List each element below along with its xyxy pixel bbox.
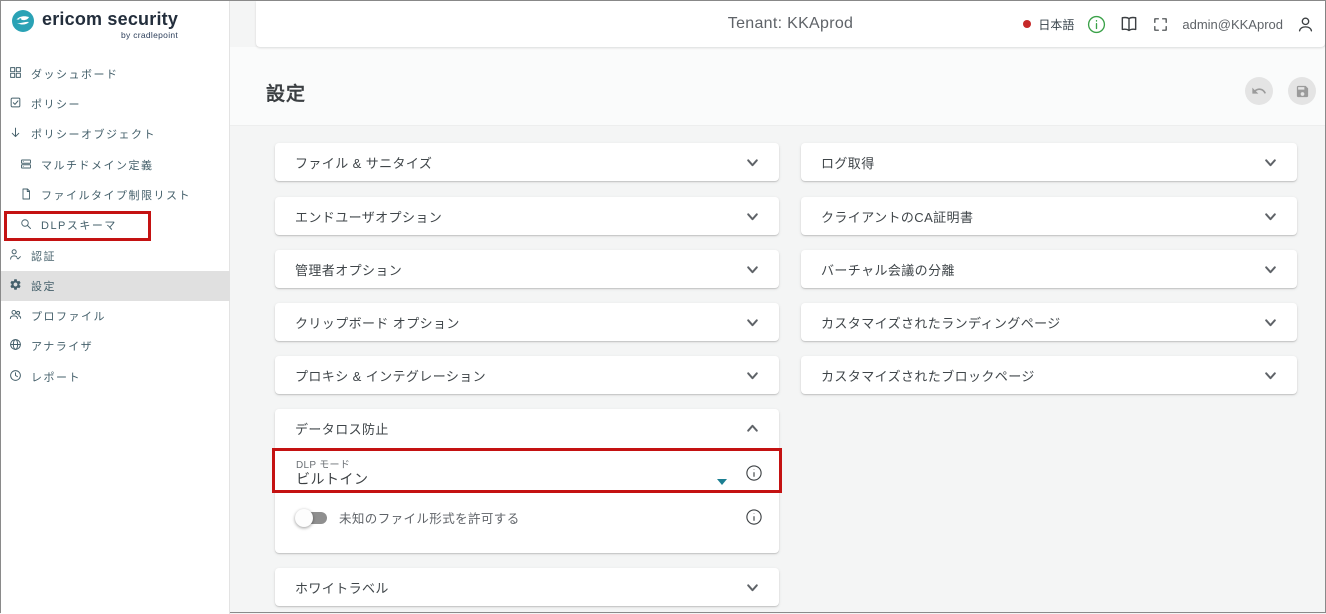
save-button[interactable] [1288, 77, 1316, 105]
sidebar-item-label: 認証 [31, 248, 56, 264]
dlp-mode-select[interactable]: ビルトイン [296, 469, 369, 489]
sidebar-item-multidomain[interactable]: マルチドメイン定義 [1, 150, 230, 180]
panel-white-label[interactable]: ホワイトラベル [275, 568, 779, 606]
language-flag-dot [1023, 20, 1031, 28]
user-email: admin@KKAprod [1182, 17, 1283, 32]
sidebar-item-analyzer[interactable]: アナライザ [1, 331, 230, 361]
allow-unknown-filetypes-label: 未知のファイル形式を許可する [339, 508, 520, 527]
page-header-strip [230, 47, 1325, 126]
file-icon [20, 188, 32, 203]
chevron-down-icon[interactable] [746, 581, 759, 594]
chevron-down-icon[interactable] [746, 156, 759, 169]
dlp-mode-info-icon[interactable] [745, 464, 763, 482]
panel-clipboard-options[interactable]: クリップボード オプション [275, 303, 779, 341]
sidebar-item-label: ダッシュボード [31, 66, 119, 82]
person-check-icon [9, 248, 22, 264]
chevron-down-icon[interactable] [746, 369, 759, 382]
sidebar-item-label: レポート [31, 369, 81, 385]
gear-icon [9, 278, 22, 294]
sidebar-item-filetype-list[interactable]: ファイルタイプ制限リスト [1, 180, 230, 210]
panel-label: ファイル & サニタイズ [295, 153, 432, 172]
sidebar-item-profiles[interactable]: プロファイル [1, 301, 230, 331]
sidebar-item-policy[interactable]: ポリシー [1, 89, 230, 119]
sidebar-item-label: マルチドメイン定義 [41, 157, 154, 173]
allow-unknown-info-icon[interactable] [745, 508, 763, 526]
sidebar: ericom security by cradlepoint ダッシュボード ポ… [1, 1, 230, 614]
panel-proxy-integration[interactable]: プロキシ & インテグレーション [275, 356, 779, 394]
chevron-down-icon[interactable] [1264, 210, 1277, 223]
panel-label: ログ取得 [821, 153, 875, 172]
policy-icon [9, 96, 22, 112]
panel-admin-options[interactable]: 管理者オプション [275, 250, 779, 288]
sidebar-item-policy-objects[interactable]: ポリシーオブジェクト [1, 119, 230, 149]
panel-file-sanitize[interactable]: ファイル & サニタイズ [275, 143, 779, 181]
select-dropdown-arrow-icon[interactable] [717, 479, 727, 485]
chevron-down-icon[interactable] [746, 263, 759, 276]
people-icon [9, 308, 22, 324]
arrow-down-icon [9, 126, 22, 142]
chevron-down-icon[interactable] [1264, 156, 1277, 169]
panel-label: プロキシ & インテグレーション [295, 366, 486, 385]
app-window: { "brand": { "name": "ericom security", … [0, 0, 1326, 613]
sidebar-item-label: アナライザ [31, 338, 93, 354]
sidebar-item-dlp-schema[interactable]: DLPスキーマ [1, 210, 230, 240]
panel-client-ca-cert[interactable]: クライアントのCA証明書 [801, 197, 1297, 235]
undo-button[interactable] [1245, 77, 1273, 105]
chevron-down-icon[interactable] [1264, 263, 1277, 276]
panel-label: 管理者オプション [295, 260, 402, 279]
panel-label: クライアントのCA証明書 [821, 207, 973, 226]
panel-dlp-header[interactable]: データロス防止 [275, 409, 779, 447]
panel-custom-block-page[interactable]: カスタマイズされたブロックページ [801, 356, 1297, 394]
panel-custom-landing-page[interactable]: カスタマイズされたランディングページ [801, 303, 1297, 341]
toggle-knob [295, 509, 313, 527]
sidebar-item-settings[interactable]: 設定 [1, 271, 230, 301]
page-title: 設定 [266, 79, 306, 106]
account-person-icon[interactable] [1296, 15, 1315, 34]
sidebar-item-label: プロファイル [31, 308, 106, 324]
language-label: 日本語 [1038, 16, 1074, 33]
sidebar-item-auth[interactable]: 認証 [1, 241, 230, 271]
panel-label: データロス防止 [295, 419, 389, 438]
panel-label: カスタマイズされたブロックページ [821, 366, 1035, 385]
sidebar-item-label: 設定 [31, 278, 56, 294]
brand-byline: by cradlepoint [121, 30, 178, 40]
sidebar-item-label: DLPスキーマ [41, 217, 117, 233]
info-icon[interactable] [1087, 15, 1106, 34]
brand-name: ericom security [42, 9, 178, 29]
sidebar-item-label: ポリシー [31, 96, 81, 112]
panel-virtual-meeting-isolation[interactable]: バーチャル会議の分離 [801, 250, 1297, 288]
panel-label: エンドユーザオプション [295, 207, 442, 226]
ericom-logo-icon [11, 9, 35, 38]
panel-end-user-options[interactable]: エンドユーザオプション [275, 197, 779, 235]
search-icon [20, 218, 32, 233]
sidebar-item-reports[interactable]: レポート [1, 362, 230, 392]
chevron-down-icon[interactable] [746, 316, 759, 329]
clock-icon [9, 369, 22, 385]
language-selector[interactable]: 日本語 [1023, 16, 1074, 33]
top-bar: Tenant: KKAprod 日本語 admin@KKAprod [256, 1, 1325, 47]
panel-label: クリップボード オプション [295, 313, 460, 332]
brand-logo: ericom security by cradlepoint [11, 9, 178, 40]
dashboard-icon [9, 66, 22, 82]
save-icon [1295, 84, 1310, 99]
chevron-down-icon[interactable] [746, 210, 759, 223]
panel-data-loss-prevention: データロス防止 DLP モード ビルトイン 未知のファイル形式を許可する [275, 409, 779, 553]
panel-label: バーチャル会議の分離 [821, 260, 955, 279]
globe-icon [9, 338, 22, 354]
chevron-up-icon[interactable] [746, 422, 759, 435]
panel-log-retrieval[interactable]: ログ取得 [801, 143, 1297, 181]
sidebar-item-label: ポリシーオブジェクト [31, 126, 156, 142]
panel-label: カスタマイズされたランディングページ [821, 313, 1061, 332]
panel-label: ホワイトラベル [295, 578, 389, 597]
documentation-book-icon[interactable] [1119, 14, 1139, 34]
multidomain-icon [20, 158, 32, 173]
chevron-down-icon[interactable] [1264, 316, 1277, 329]
sidebar-item-label: ファイルタイプ制限リスト [41, 187, 191, 203]
undo-icon [1251, 83, 1267, 99]
chevron-down-icon[interactable] [1264, 369, 1277, 382]
allow-unknown-filetypes-toggle[interactable] [295, 511, 327, 525]
fullscreen-icon[interactable] [1152, 16, 1169, 33]
sidebar-item-dashboard[interactable]: ダッシュボード [1, 59, 230, 89]
